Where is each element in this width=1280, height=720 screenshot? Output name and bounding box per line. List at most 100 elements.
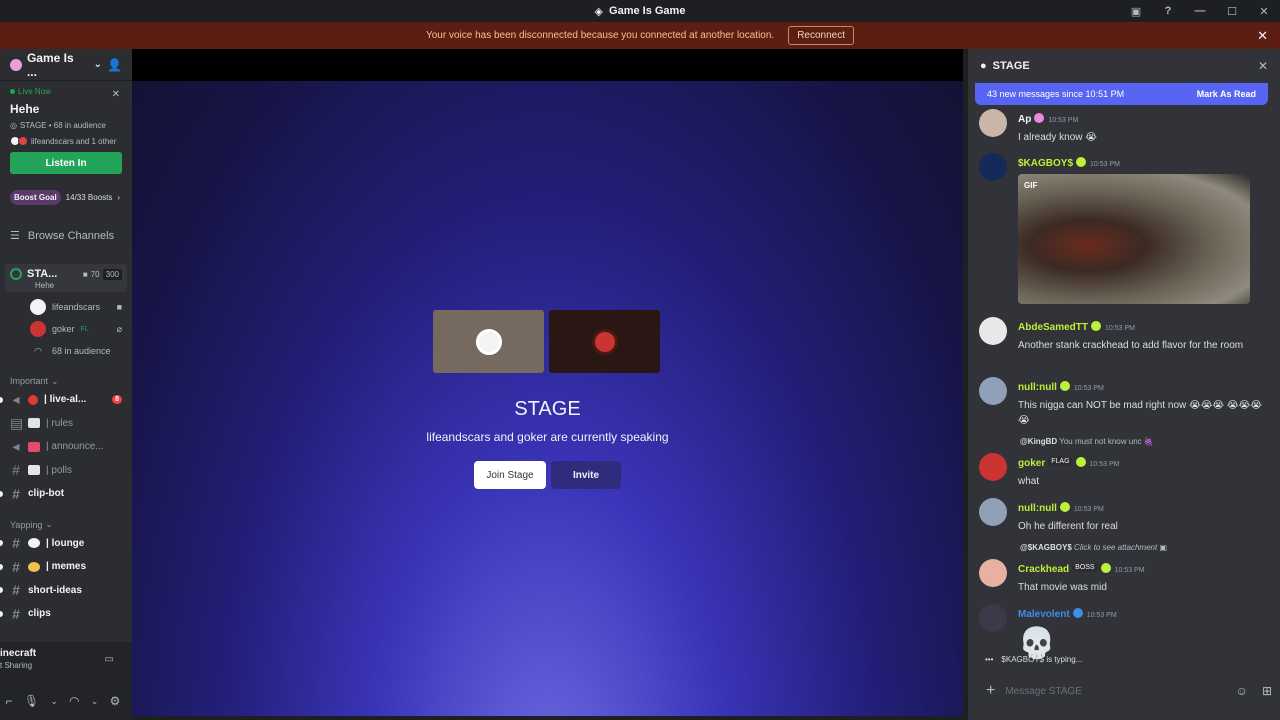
boost-goal[interactable]: Boost Goal 14/33 Boosts › bbox=[10, 190, 122, 205]
speaker-tile[interactable] bbox=[549, 310, 660, 373]
headphones-icon[interactable]: ◠ bbox=[69, 694, 79, 708]
listen-in-button[interactable]: Listen In bbox=[10, 152, 122, 174]
message: Crackhead BOSS 10:53 PM That movie was mid bbox=[979, 559, 1269, 595]
channel-memes[interactable]: # | memes bbox=[0, 555, 132, 579]
browse-channels[interactable]: ☰ Browse Channels bbox=[0, 229, 132, 243]
invite-button[interactable]: Invite bbox=[551, 461, 621, 489]
close-icon[interactable]: ✕ bbox=[112, 89, 120, 100]
add-attachment-icon[interactable]: + bbox=[986, 682, 995, 700]
stage-audience[interactable]: ◠ 68 in audience bbox=[0, 340, 132, 362]
channel-clip-bot[interactable]: # clip-bot bbox=[0, 482, 132, 506]
add-member-icon[interactable]: 👤 bbox=[107, 58, 122, 72]
join-stage-button[interactable]: Join Stage bbox=[474, 461, 546, 489]
laughing-face-icon bbox=[28, 561, 40, 572]
avatar[interactable] bbox=[979, 559, 1007, 587]
apps-icon[interactable]: ⊞ bbox=[1262, 684, 1272, 698]
author-name[interactable]: Ap bbox=[1018, 114, 1031, 125]
chevron-down-icon[interactable]: ⌄ bbox=[91, 696, 99, 707]
server-header[interactable]: Game Is ... ⌄ 👤 bbox=[0, 49, 132, 81]
minimize-button[interactable]: — bbox=[1184, 0, 1216, 22]
author-name[interactable]: $KAGBOY$ bbox=[1018, 158, 1073, 169]
message-text: Oh he different for real bbox=[1018, 521, 1118, 532]
window-title: Game Is Game bbox=[609, 5, 686, 17]
stage-channel-name: STA... bbox=[27, 268, 58, 280]
author-name[interactable]: null:null bbox=[1018, 382, 1057, 393]
stage-icon: ◎ bbox=[10, 121, 17, 130]
stage-member[interactable]: goker FL ⌀ bbox=[0, 318, 132, 340]
stage-channel[interactable]: STA... ■ 70 300 Hehe bbox=[5, 264, 127, 292]
channel-lounge[interactable]: # | lounge bbox=[0, 532, 132, 556]
avatar[interactable]: ⌐ bbox=[6, 694, 13, 708]
typing-indicator: ••• $KAGBOY$ is typing... bbox=[985, 655, 1083, 664]
author-name[interactable]: goker bbox=[1018, 458, 1045, 469]
channel-rules[interactable]: ▤ | rules bbox=[0, 412, 132, 436]
speaker-tile[interactable] bbox=[433, 310, 544, 373]
live-title: Hehe bbox=[10, 102, 40, 116]
chevron-down-icon: ⌄ bbox=[51, 375, 59, 386]
hash-icon: # bbox=[12, 582, 20, 599]
channel-polls[interactable]: # | polls bbox=[0, 459, 132, 483]
red-circle-icon bbox=[28, 394, 38, 405]
avatar bbox=[30, 321, 46, 337]
verified-icon bbox=[1076, 156, 1087, 167]
avatar[interactable] bbox=[979, 317, 1007, 345]
user-controls: ⌐ 🎙 ⌄ ◠ ⌄ ⚙ bbox=[0, 682, 132, 720]
image-icon: ▣ bbox=[1159, 543, 1167, 552]
category-important[interactable]: Important ⌄ bbox=[0, 374, 132, 388]
chevron-down-icon[interactable]: ⌄ bbox=[50, 696, 58, 707]
gear-icon[interactable]: ⚙ bbox=[110, 694, 121, 708]
channel-clips[interactable]: # clips bbox=[0, 602, 132, 626]
hash-icon: # bbox=[12, 535, 20, 552]
server-tag: FLAG bbox=[1048, 457, 1073, 467]
stage-member[interactable]: lifeandscars ■ bbox=[0, 296, 132, 318]
list-icon: ☰ bbox=[10, 230, 20, 242]
category-yapping[interactable]: Yapping ⌄ bbox=[0, 518, 132, 532]
reply-preview[interactable]: @$KAGBOY$ Click to see attachment ▣ bbox=[1020, 543, 1167, 552]
message-text: what bbox=[1018, 476, 1040, 487]
close-icon[interactable]: ✕ bbox=[1258, 59, 1268, 73]
stage-name: STAGE bbox=[514, 398, 581, 420]
author-name[interactable]: Malevolent bbox=[1018, 609, 1070, 620]
new-messages-bar[interactable]: 43 new messages since 10:51 PM Mark As R… bbox=[975, 83, 1268, 105]
author-name[interactable]: AbdeSamedTT bbox=[1018, 322, 1088, 333]
mention-badge: 8 bbox=[112, 395, 122, 405]
close-window-button[interactable]: ✕ bbox=[1248, 0, 1280, 22]
unread-indicator bbox=[0, 610, 3, 617]
screen-share-icon[interactable]: ▭ bbox=[105, 654, 114, 665]
message-input[interactable]: Message STAGE bbox=[1005, 686, 1082, 697]
avatar[interactable] bbox=[979, 153, 1007, 181]
boost-progress: 14/33 Boosts bbox=[65, 193, 113, 202]
live-dot-icon bbox=[10, 89, 15, 94]
gif-attachment[interactable]: GIF bbox=[1018, 174, 1250, 304]
verified-icon bbox=[1059, 380, 1070, 391]
maximize-button[interactable]: ☐ bbox=[1216, 0, 1248, 22]
avatar[interactable] bbox=[979, 377, 1007, 405]
reconnect-button[interactable]: Reconnect bbox=[788, 26, 855, 45]
avatar bbox=[591, 328, 618, 355]
verified-icon bbox=[1072, 607, 1083, 618]
close-icon[interactable]: ✕ bbox=[1257, 28, 1268, 44]
avatar[interactable] bbox=[979, 604, 1007, 632]
channel-short-ideas[interactable]: # short-ideas bbox=[0, 579, 132, 603]
channel-announcements[interactable]: ◂ | announce... bbox=[0, 435, 132, 459]
timestamp: 10:53 PM bbox=[1105, 325, 1135, 332]
avatar bbox=[30, 299, 46, 315]
avatar[interactable] bbox=[979, 109, 1007, 137]
camera-icon: ■ bbox=[116, 302, 122, 312]
avatar[interactable] bbox=[979, 498, 1007, 526]
microphone-icon[interactable]: 🎙 bbox=[24, 694, 39, 708]
help-icon[interactable]: ? bbox=[1152, 0, 1184, 22]
avatar[interactable] bbox=[979, 453, 1007, 481]
new-messages-text: 43 new messages since 10:51 PM bbox=[987, 89, 1125, 99]
author-name[interactable]: Crackhead bbox=[1018, 564, 1069, 575]
chevron-down-icon: ⌄ bbox=[45, 519, 53, 529]
live-stage-card: Live Now ✕ Hehe ◎ STAGE • 68 in audience … bbox=[0, 81, 132, 180]
reply-text: Click to see attachment bbox=[1074, 543, 1158, 552]
channel-live-alerts[interactable]: ◂ | live-al... 8 bbox=[0, 388, 132, 412]
mark-as-read-button[interactable]: Mark As Read bbox=[1197, 89, 1256, 99]
emoji-icon[interactable]: ☺ bbox=[1236, 684, 1248, 698]
author-name[interactable]: null:null bbox=[1018, 503, 1057, 514]
reply-preview[interactable]: @KingBD You must not know unc 🍇 bbox=[1020, 437, 1154, 446]
inbox-icon[interactable]: ▣ bbox=[1120, 0, 1152, 22]
mic-muted-icon: ⌀ bbox=[116, 323, 122, 334]
